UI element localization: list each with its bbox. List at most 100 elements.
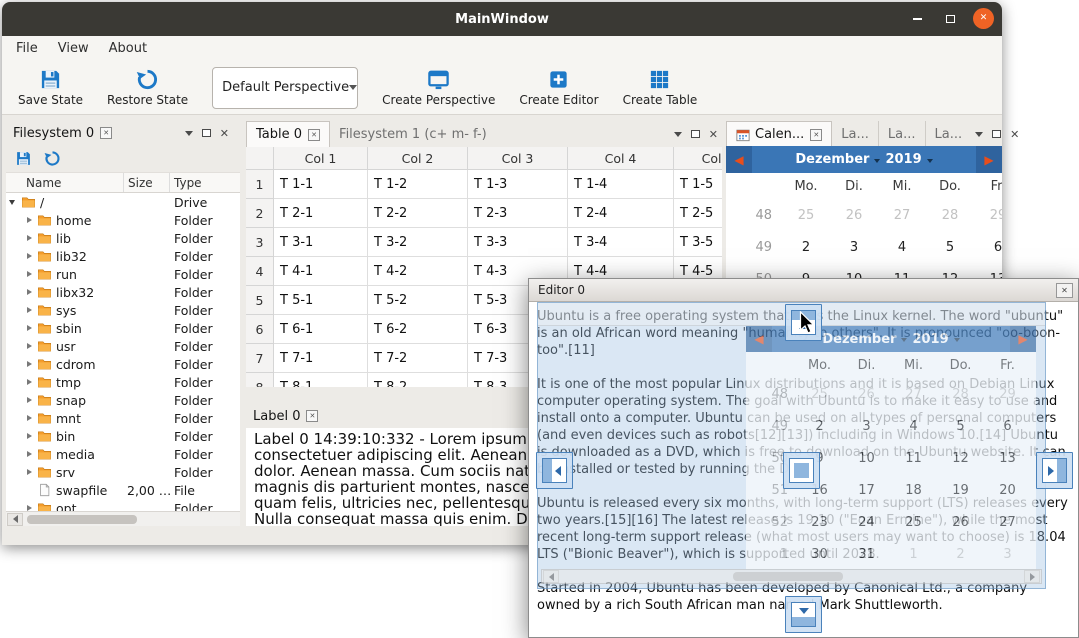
tree-row[interactable]: lib32Folder: [6, 247, 240, 265]
table-column-header[interactable]: Col 1: [274, 147, 368, 170]
table-row-header[interactable]: 6: [246, 315, 274, 344]
calendar-day[interactable]: 6: [984, 419, 1031, 434]
table-cell[interactable]: T 2-4: [568, 199, 674, 228]
calendar-day[interactable]: 31: [843, 547, 890, 562]
table-cell[interactable]: T 7-1: [274, 344, 368, 373]
float-icon[interactable]: [691, 130, 700, 138]
drop-indicator-center[interactable]: [783, 452, 820, 489]
calendar-day[interactable]: 26: [843, 387, 890, 402]
tree-row[interactable]: /Drive: [6, 193, 240, 211]
dock-menu-icon[interactable]: [975, 132, 983, 137]
calendar-day[interactable]: 29: [984, 387, 1031, 402]
table-cell[interactable]: T 7-2: [368, 344, 468, 373]
calendar-day[interactable]: 2: [782, 240, 830, 255]
calendar-day[interactable]: 29: [974, 208, 1002, 223]
dock-menu-icon[interactable]: [674, 132, 682, 137]
tab-la-[interactable]: La...: [832, 121, 878, 147]
calendar-day[interactable]: 20: [984, 483, 1031, 498]
float-icon[interactable]: [202, 129, 211, 137]
tree-row[interactable]: srvFolder: [6, 463, 240, 481]
tab-close-icon[interactable]: ✕: [100, 127, 112, 139]
table-cell[interactable]: T 2-5: [674, 199, 722, 228]
tab-close-icon[interactable]: ✕: [308, 129, 320, 141]
scrollbar-thumb[interactable]: [733, 572, 843, 581]
tree-row[interactable]: libFolder: [6, 229, 240, 247]
calendar-day[interactable]: 3: [830, 240, 878, 255]
float-icon[interactable]: [992, 130, 1001, 138]
calendar-day[interactable]: 27: [878, 208, 926, 223]
tab-close-icon[interactable]: ✕: [306, 410, 318, 422]
calendar-day[interactable]: 5: [926, 240, 974, 255]
dock-menu-icon[interactable]: [185, 131, 193, 136]
tree-row[interactable]: snapFolder: [6, 391, 240, 409]
table-cell[interactable]: T 2-1: [274, 199, 368, 228]
calendar-next-button[interactable]: ▶: [1010, 326, 1036, 352]
tree-row[interactable]: binFolder: [6, 427, 240, 445]
drop-indicator-bottom[interactable]: [785, 596, 822, 633]
tree-row[interactable]: sbinFolder: [6, 319, 240, 337]
calendar-day[interactable]: 10: [843, 451, 890, 466]
calendar-day[interactable]: 2: [796, 419, 843, 434]
tree-column-header[interactable]: Name: [6, 173, 124, 192]
minimize-button[interactable]: [907, 8, 928, 29]
scroll-right-button[interactable]: [1024, 570, 1040, 583]
table-cell[interactable]: T 3-5: [674, 228, 722, 257]
scrollbar-thumb[interactable]: [27, 515, 137, 524]
calendar-prev-button[interactable]: ◀: [726, 146, 752, 173]
tree-column-header[interactable]: Type: [170, 173, 240, 192]
calendar-day[interactable]: 18: [890, 483, 937, 498]
tree-row[interactable]: mntFolder: [6, 409, 240, 427]
table-row-header[interactable]: 4: [246, 257, 274, 286]
expander-down-icon[interactable]: [8, 197, 19, 207]
table-cell[interactable]: T 1-2: [368, 170, 468, 199]
calendar-day[interactable]: 19: [937, 483, 984, 498]
table-cell[interactable]: T 4-1: [274, 257, 368, 286]
table-row-header[interactable]: 2: [246, 199, 274, 228]
expander-right-icon[interactable]: [24, 269, 35, 279]
tree-row[interactable]: runFolder: [6, 265, 240, 283]
calendar-day[interactable]: 2: [937, 547, 984, 562]
calendar-day[interactable]: 27: [890, 387, 937, 402]
calendar-day[interactable]: 3: [984, 547, 1031, 562]
tab-la-[interactable]: La...: [925, 121, 972, 147]
table-cell[interactable]: T 5-1: [274, 286, 368, 315]
maximize-button[interactable]: [940, 8, 961, 29]
menu-item-about[interactable]: About: [99, 37, 157, 60]
expander-right-icon[interactable]: [24, 359, 35, 369]
calendar-day[interactable]: 6: [974, 240, 1002, 255]
calendar-day[interactable]: 1: [890, 547, 937, 562]
expander-right-icon[interactable]: [24, 215, 35, 225]
tab-close-icon[interactable]: ✕: [810, 129, 822, 141]
scroll-left-button[interactable]: [7, 513, 23, 526]
table-row-header[interactable]: 8: [246, 373, 274, 387]
tree-row[interactable]: cdromFolder: [6, 355, 240, 373]
editor-titlebar[interactable]: Editor 0 ✕: [529, 279, 1078, 302]
table-cell[interactable]: T 4-2: [368, 257, 468, 286]
dock-close-icon[interactable]: ✕: [1010, 129, 1019, 140]
tree-row[interactable]: libx32Folder: [6, 283, 240, 301]
expander-right-icon[interactable]: [24, 305, 35, 315]
tab-calen-[interactable]: Calen...✕: [726, 121, 832, 147]
menu-item-view[interactable]: View: [48, 37, 99, 60]
calendar-day[interactable]: 11: [890, 451, 937, 466]
table-cell[interactable]: T 8-2: [368, 373, 468, 387]
tree-row[interactable]: optFolder: [6, 499, 240, 511]
tree-row[interactable]: swapfile2,00 …File: [6, 481, 240, 499]
calendar-prev-button[interactable]: ◀: [746, 326, 772, 352]
create-editor-button[interactable]: Create Editor: [509, 63, 608, 113]
dock-close-icon[interactable]: ✕: [709, 129, 718, 140]
calendar-year[interactable]: 2019: [912, 332, 948, 347]
expander-right-icon[interactable]: [24, 467, 35, 477]
calendar-day[interactable]: 25: [890, 515, 937, 530]
tab-la-[interactable]: La...: [878, 121, 925, 147]
table-cell[interactable]: T 2-3: [468, 199, 568, 228]
tree-column-header[interactable]: Size: [124, 173, 170, 192]
drop-indicator-right[interactable]: [1036, 452, 1073, 489]
close-button[interactable]: ✕: [973, 8, 994, 29]
calendar-month[interactable]: Dezember: [795, 152, 869, 167]
expander-right-icon[interactable]: [24, 431, 35, 441]
table-cell[interactable]: T 1-5: [674, 170, 722, 199]
calendar-day[interactable]: 23: [796, 515, 843, 530]
filesystem-dock-titlebar[interactable]: Filesystem 0 ✕ ✕: [6, 121, 240, 145]
calendar-day[interactable]: 27: [984, 515, 1031, 530]
